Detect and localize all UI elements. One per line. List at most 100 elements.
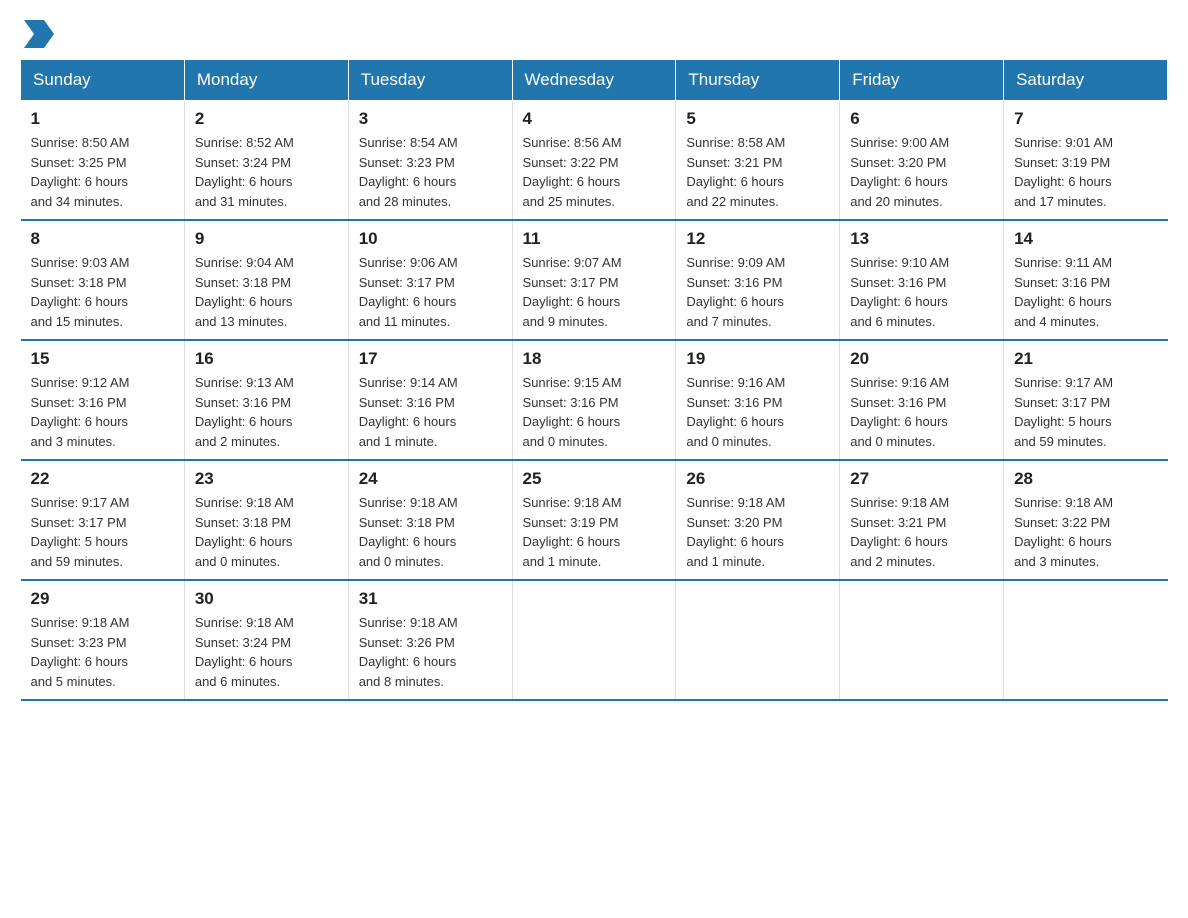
- day-info: Sunrise: 8:50 AMSunset: 3:25 PMDaylight:…: [31, 133, 174, 211]
- day-info: Sunrise: 9:14 AMSunset: 3:16 PMDaylight:…: [359, 373, 502, 451]
- calendar-week-2: 8 Sunrise: 9:03 AMSunset: 3:18 PMDaylight…: [21, 220, 1168, 340]
- day-number: 2: [195, 109, 338, 129]
- day-info: Sunrise: 9:18 AMSunset: 3:19 PMDaylight:…: [523, 493, 666, 571]
- calendar-cell: 10Sunrise: 9:06 AMSunset: 3:17 PMDayligh…: [348, 220, 512, 340]
- day-info: Sunrise: 9:00 AMSunset: 3:20 PMDaylight:…: [850, 133, 993, 211]
- day-info: Sunrise: 9:18 AMSunset: 3:21 PMDaylight:…: [850, 493, 993, 571]
- day-info: Sunrise: 9:13 AMSunset: 3:16 PMDaylight:…: [195, 373, 338, 451]
- day-number: 24: [359, 469, 502, 489]
- calendar-cell: 18Sunrise: 9:15 AMSunset: 3:16 PMDayligh…: [512, 340, 676, 460]
- calendar-cell: 7 Sunrise: 9:01 AMSunset: 3:19 PMDaylight…: [1004, 101, 1168, 221]
- calendar-cell: [676, 580, 840, 700]
- calendar-cell: [512, 580, 676, 700]
- logo-arrow-icon: [24, 20, 54, 48]
- day-number: 22: [31, 469, 174, 489]
- calendar-cell: 1 Sunrise: 8:50 AMSunset: 3:25 PMDaylight…: [21, 101, 185, 221]
- calendar-week-4: 22 Sunrise: 9:17 AMSunset: 3:17 PMDayligh…: [21, 460, 1168, 580]
- calendar-cell: 8 Sunrise: 9:03 AMSunset: 3:18 PMDaylight…: [21, 220, 185, 340]
- day-number: 5: [686, 109, 829, 129]
- day-number: 15: [31, 349, 174, 369]
- calendar-cell: 21 Sunrise: 9:17 AMSunset: 3:17 PMDayligh…: [1004, 340, 1168, 460]
- day-number: 12: [686, 229, 829, 249]
- day-info: Sunrise: 9:15 AMSunset: 3:16 PMDaylight:…: [523, 373, 666, 451]
- day-header-sunday: Sunday: [21, 60, 185, 101]
- logo: [20, 20, 54, 49]
- calendar-week-1: 1 Sunrise: 8:50 AMSunset: 3:25 PMDaylight…: [21, 101, 1168, 221]
- day-info: Sunrise: 9:18 AMSunset: 3:22 PMDaylight:…: [1014, 493, 1157, 571]
- day-number: 26: [686, 469, 829, 489]
- day-info: Sunrise: 9:11 AMSunset: 3:16 PMDaylight:…: [1014, 253, 1157, 331]
- calendar-cell: [840, 580, 1004, 700]
- day-info: Sunrise: 9:12 AMSunset: 3:16 PMDaylight:…: [31, 373, 174, 451]
- day-header-saturday: Saturday: [1004, 60, 1168, 101]
- day-info: Sunrise: 9:06 AMSunset: 3:17 PMDaylight:…: [359, 253, 502, 331]
- day-info: Sunrise: 9:09 AMSunset: 3:16 PMDaylight:…: [686, 253, 829, 331]
- calendar-cell: 15 Sunrise: 9:12 AMSunset: 3:16 PMDayligh…: [21, 340, 185, 460]
- calendar-cell: 4Sunrise: 8:56 AMSunset: 3:22 PMDaylight…: [512, 101, 676, 221]
- day-number: 27: [850, 469, 993, 489]
- day-number: 29: [31, 589, 174, 609]
- day-info: Sunrise: 9:17 AMSunset: 3:17 PMDaylight:…: [1014, 373, 1157, 451]
- day-header-monday: Monday: [184, 60, 348, 101]
- calendar-cell: 3 Sunrise: 8:54 AMSunset: 3:23 PMDaylight…: [348, 101, 512, 221]
- day-number: 31: [359, 589, 502, 609]
- day-info: Sunrise: 9:16 AMSunset: 3:16 PMDaylight:…: [686, 373, 829, 451]
- calendar-cell: 25 Sunrise: 9:18 AMSunset: 3:19 PMDayligh…: [512, 460, 676, 580]
- day-number: 14: [1014, 229, 1157, 249]
- calendar-cell: 11Sunrise: 9:07 AMSunset: 3:17 PMDayligh…: [512, 220, 676, 340]
- day-header-tuesday: Tuesday: [348, 60, 512, 101]
- calendar-cell: 9Sunrise: 9:04 AMSunset: 3:18 PMDaylight…: [184, 220, 348, 340]
- calendar-cell: 5 Sunrise: 8:58 AMSunset: 3:21 PMDaylight…: [676, 101, 840, 221]
- day-number: 13: [850, 229, 993, 249]
- day-info: Sunrise: 9:18 AMSunset: 3:20 PMDaylight:…: [686, 493, 829, 571]
- day-header-thursday: Thursday: [676, 60, 840, 101]
- calendar-cell: 19 Sunrise: 9:16 AMSunset: 3:16 PMDayligh…: [676, 340, 840, 460]
- day-info: Sunrise: 8:56 AMSunset: 3:22 PMDaylight:…: [523, 133, 666, 211]
- calendar-table: SundayMondayTuesdayWednesdayThursdayFrid…: [20, 59, 1168, 701]
- day-number: 17: [359, 349, 502, 369]
- day-info: Sunrise: 9:18 AMSunset: 3:23 PMDaylight:…: [31, 613, 174, 691]
- day-number: 3: [359, 109, 502, 129]
- day-info: Sunrise: 9:04 AMSunset: 3:18 PMDaylight:…: [195, 253, 338, 331]
- days-of-week-row: SundayMondayTuesdayWednesdayThursdayFrid…: [21, 60, 1168, 101]
- calendar-cell: 31 Sunrise: 9:18 AMSunset: 3:26 PMDayligh…: [348, 580, 512, 700]
- calendar-cell: 27 Sunrise: 9:18 AMSunset: 3:21 PMDayligh…: [840, 460, 1004, 580]
- calendar-cell: 17 Sunrise: 9:14 AMSunset: 3:16 PMDayligh…: [348, 340, 512, 460]
- calendar-cell: 29 Sunrise: 9:18 AMSunset: 3:23 PMDayligh…: [21, 580, 185, 700]
- day-info: Sunrise: 8:52 AMSunset: 3:24 PMDaylight:…: [195, 133, 338, 211]
- day-info: Sunrise: 9:03 AMSunset: 3:18 PMDaylight:…: [31, 253, 174, 331]
- day-number: 25: [523, 469, 666, 489]
- day-info: Sunrise: 9:01 AMSunset: 3:19 PMDaylight:…: [1014, 133, 1157, 211]
- page-header: [20, 20, 1168, 49]
- day-header-friday: Friday: [840, 60, 1004, 101]
- day-info: Sunrise: 8:54 AMSunset: 3:23 PMDaylight:…: [359, 133, 502, 211]
- calendar-cell: 6 Sunrise: 9:00 AMSunset: 3:20 PMDaylight…: [840, 101, 1004, 221]
- calendar-week-3: 15 Sunrise: 9:12 AMSunset: 3:16 PMDayligh…: [21, 340, 1168, 460]
- day-number: 6: [850, 109, 993, 129]
- day-number: 30: [195, 589, 338, 609]
- calendar-cell: 13 Sunrise: 9:10 AMSunset: 3:16 PMDayligh…: [840, 220, 1004, 340]
- day-number: 28: [1014, 469, 1157, 489]
- calendar-cell: 20 Sunrise: 9:16 AMSunset: 3:16 PMDayligh…: [840, 340, 1004, 460]
- day-number: 19: [686, 349, 829, 369]
- day-number: 21: [1014, 349, 1157, 369]
- day-info: Sunrise: 9:10 AMSunset: 3:16 PMDaylight:…: [850, 253, 993, 331]
- calendar-cell: 16 Sunrise: 9:13 AMSunset: 3:16 PMDayligh…: [184, 340, 348, 460]
- day-info: Sunrise: 8:58 AMSunset: 3:21 PMDaylight:…: [686, 133, 829, 211]
- day-info: Sunrise: 9:16 AMSunset: 3:16 PMDaylight:…: [850, 373, 993, 451]
- calendar-cell: 12 Sunrise: 9:09 AMSunset: 3:16 PMDayligh…: [676, 220, 840, 340]
- calendar-cell: 30Sunrise: 9:18 AMSunset: 3:24 PMDayligh…: [184, 580, 348, 700]
- day-number: 8: [31, 229, 174, 249]
- day-number: 1: [31, 109, 174, 129]
- day-number: 20: [850, 349, 993, 369]
- calendar-cell: 22 Sunrise: 9:17 AMSunset: 3:17 PMDayligh…: [21, 460, 185, 580]
- day-number: 16: [195, 349, 338, 369]
- day-info: Sunrise: 9:18 AMSunset: 3:18 PMDaylight:…: [359, 493, 502, 571]
- day-info: Sunrise: 9:07 AMSunset: 3:17 PMDaylight:…: [523, 253, 666, 331]
- day-info: Sunrise: 9:17 AMSunset: 3:17 PMDaylight:…: [31, 493, 174, 571]
- day-number: 7: [1014, 109, 1157, 129]
- day-number: 23: [195, 469, 338, 489]
- day-info: Sunrise: 9:18 AMSunset: 3:26 PMDaylight:…: [359, 613, 502, 691]
- calendar-cell: 24 Sunrise: 9:18 AMSunset: 3:18 PMDayligh…: [348, 460, 512, 580]
- calendar-cell: 2 Sunrise: 8:52 AMSunset: 3:24 PMDaylight…: [184, 101, 348, 221]
